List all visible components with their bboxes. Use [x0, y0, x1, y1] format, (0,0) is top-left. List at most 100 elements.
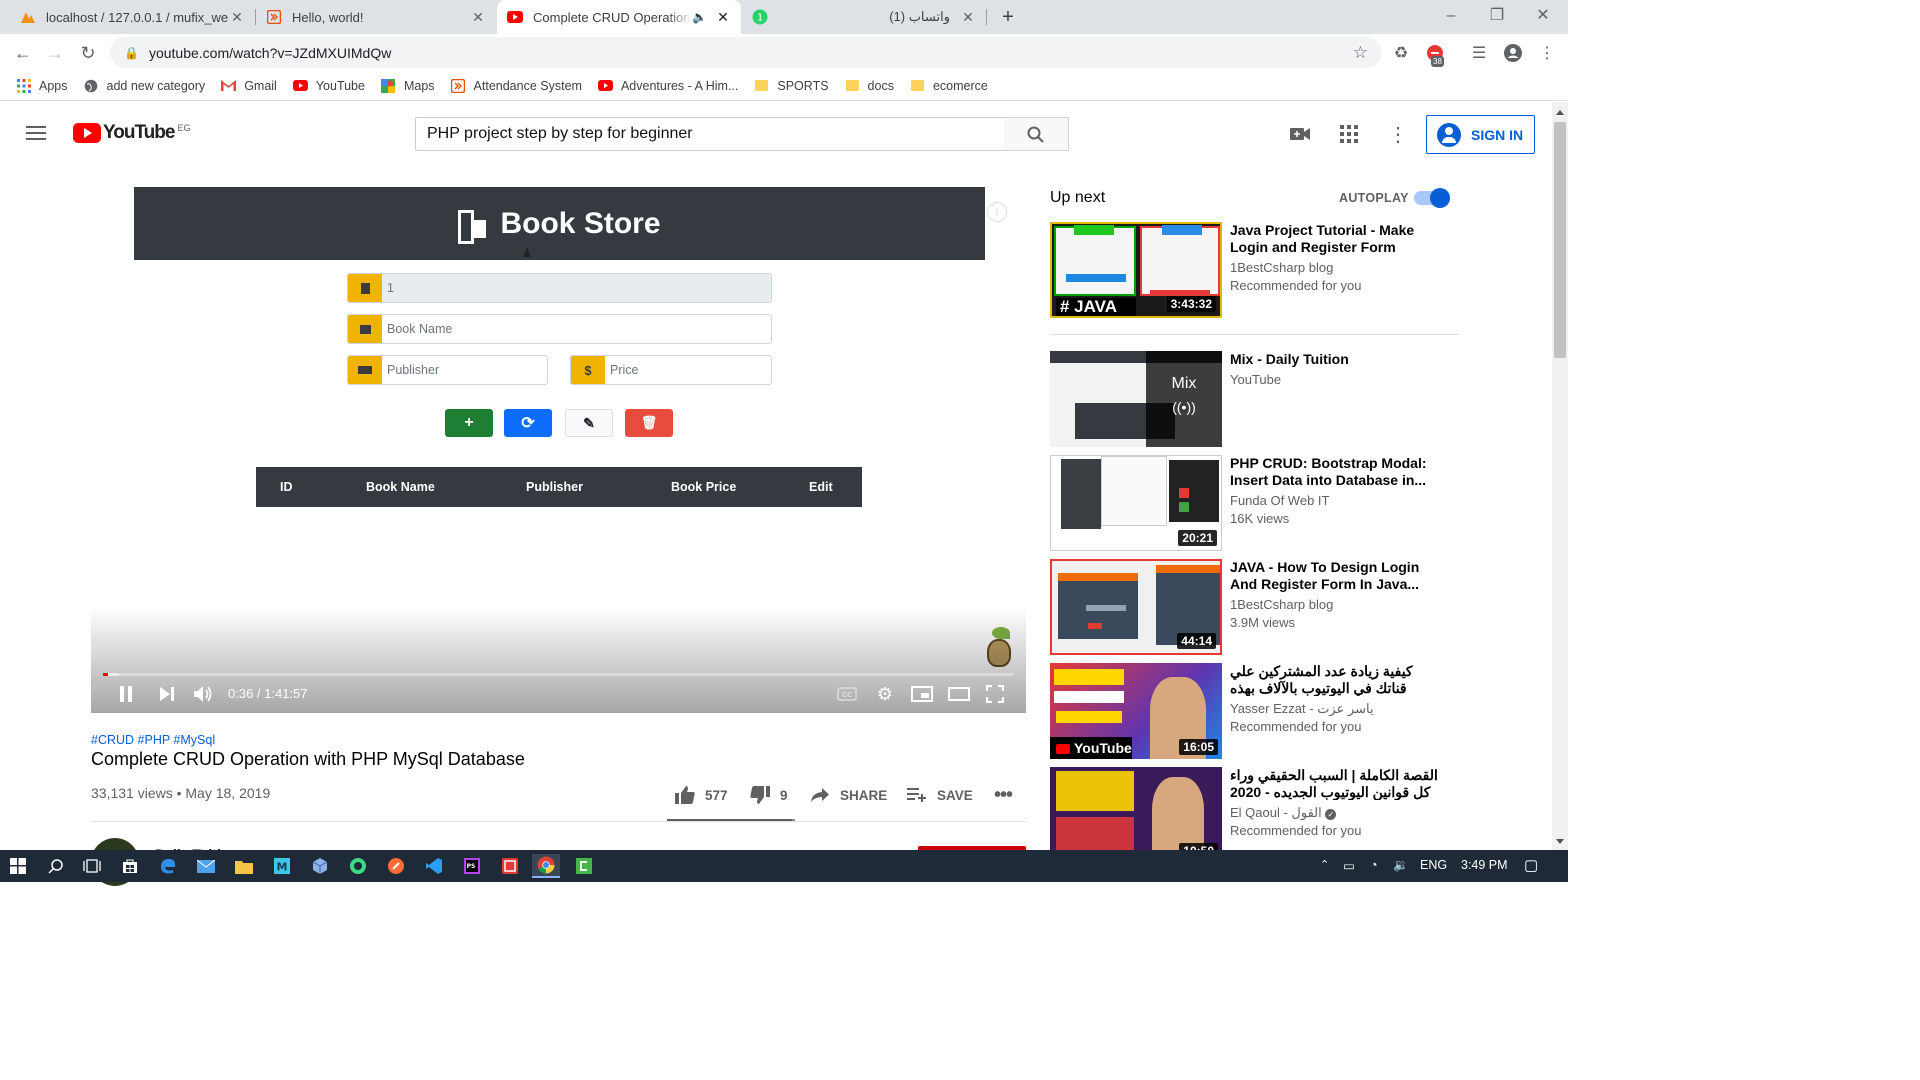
app-red-icon[interactable] [496, 854, 524, 878]
video-player[interactable]: Book Store i 1 Book Name Publisher $ Pri… [91, 187, 1026, 713]
app-m-icon[interactable]: M [268, 854, 296, 878]
tab-whatsapp[interactable]: 1 (1) واتساب ✕ [742, 0, 986, 34]
forward-arrow-icon[interactable]: → [44, 42, 66, 64]
chrome-menu-icon[interactable]: ⋮ [1536, 42, 1558, 64]
bookmark-youtube[interactable]: YouTube [292, 78, 365, 93]
close-window-button[interactable]: ✕ [1520, 0, 1566, 34]
vscode-icon[interactable] [420, 854, 448, 878]
theater-mode-button[interactable] [947, 684, 971, 704]
windows-start-icon[interactable] [4, 854, 32, 878]
scroll-down-arrow-icon[interactable] [1556, 839, 1564, 844]
publisher-placeholder: Publisher [387, 363, 440, 377]
show-hidden-icons-chevron-icon[interactable]: ⌃ [1320, 858, 1329, 871]
up-next-item[interactable]: 10:50 القصة الكاملة | السبب الحقيقي وراء… [1050, 767, 1460, 863]
profile-avatar-icon[interactable] [1502, 42, 1524, 64]
search-button[interactable] [1003, 117, 1069, 151]
phpstorm-icon[interactable]: PS [458, 854, 486, 878]
like-button[interactable]: 577 [675, 783, 728, 807]
autoplay-toggle[interactable] [1414, 188, 1450, 208]
file-explorer-icon[interactable] [230, 854, 258, 878]
back-arrow-icon[interactable]: ← [12, 42, 34, 64]
up-next-mix-item[interactable]: Mix ((•)) Mix - Daily Tuition YouTube [1050, 351, 1460, 447]
fullscreen-button[interactable] [984, 684, 1006, 704]
scroll-up-arrow-icon[interactable] [1556, 110, 1564, 115]
video-thumbnail[interactable]: 44:14 [1050, 559, 1222, 655]
create-video-icon[interactable] [1289, 124, 1311, 144]
wifi-icon[interactable]: ◔ [1370, 858, 1378, 872]
pause-button[interactable] [116, 684, 136, 704]
up-next-item[interactable]: YouTube 16:05 كيفية زيادة عدد المشتركين … [1050, 663, 1460, 759]
up-next-item[interactable]: # JAVA 3:43:32 Java Project Tutorial - M… [1050, 222, 1460, 318]
bookmark-gmail[interactable]: Gmail [221, 78, 277, 93]
volume-button[interactable] [192, 684, 216, 704]
new-tab-button[interactable]: + [996, 5, 1020, 29]
close-tab-icon[interactable]: ✕ [470, 9, 486, 26]
bookmark-folder-docs[interactable]: docs [845, 78, 894, 93]
settings-more-icon[interactable]: ⋮ [1387, 124, 1409, 146]
tab-hello-world[interactable]: Hello, world! ✕ [256, 0, 496, 34]
next-button[interactable] [157, 684, 177, 704]
video-thumbnail[interactable]: Mix ((•)) [1050, 351, 1222, 447]
restore-button[interactable]: ❐ [1474, 0, 1520, 34]
tab-youtube-crud[interactable]: Complete CRUD Operation w 🔈 ✕ [497, 0, 741, 34]
apps-grid-icon[interactable] [1338, 124, 1360, 144]
virtualbox-icon[interactable] [306, 854, 334, 878]
search-icon[interactable] [42, 854, 70, 878]
address-bar[interactable]: 🔒 youtube.com/watch?v=JZdMXUIMdQw ☆ [110, 37, 1382, 68]
guide-menu-icon[interactable] [26, 126, 46, 140]
progress-bar[interactable] [103, 673, 1014, 676]
video-hashtags[interactable]: #CRUD #PHP #MySql [91, 733, 215, 747]
miniplayer-button[interactable] [910, 684, 934, 704]
minimize-button[interactable]: – [1428, 0, 1474, 34]
youtube-logo[interactable]: YouTube EG [73, 123, 190, 143]
captions-button[interactable]: CC [836, 684, 858, 704]
up-next-item[interactable]: 44:14 JAVA - How To Design Login And Reg… [1050, 559, 1460, 655]
video-thumbnail[interactable]: 20:21 [1050, 455, 1222, 551]
notification-center-icon[interactable]: ▢ [1524, 856, 1538, 874]
bookmark-add-new-category[interactable]: add new category [84, 78, 205, 93]
info-icon[interactable]: i [987, 202, 1007, 222]
bookmark-apps[interactable]: Apps [16, 78, 68, 93]
video-thumbnail[interactable]: # JAVA 3:43:32 [1050, 222, 1222, 318]
reload-icon[interactable]: ↻ [77, 42, 99, 64]
edge-browser-icon[interactable] [154, 854, 182, 878]
task-view-icon[interactable] [78, 854, 106, 878]
up-next-item[interactable]: 20:21 PHP CRUD: Bootstrap Modal: Insert … [1050, 455, 1460, 551]
bookmark-folder-sports[interactable]: SPORTS [754, 78, 829, 93]
bookmark-maps[interactable]: Maps [381, 78, 435, 93]
video-thumbnail[interactable]: YouTube 16:05 [1050, 663, 1222, 759]
close-tab-icon[interactable]: ✕ [229, 9, 245, 26]
bookmark-adventures[interactable]: Adventures - A Him... [597, 78, 738, 93]
page-scrollbar[interactable] [1552, 102, 1568, 850]
battery-icon[interactable]: ▭ [1343, 858, 1355, 873]
system-clock[interactable]: 3:49 PM [1461, 858, 1508, 872]
windows-taskbar: M PS ⌃ ▭ ◔ 🔉 ENG 3:49 PM ▢ [0, 850, 1568, 882]
postman-icon[interactable] [382, 854, 410, 878]
video-thumbnail[interactable]: 10:50 [1050, 767, 1222, 863]
mail-icon[interactable] [192, 854, 220, 878]
close-tab-icon[interactable]: ✕ [715, 9, 731, 26]
tab-phpmyadmin[interactable]: localhost / 127.0.0.1 / mufix_web ✕ [10, 0, 255, 34]
camtasia-icon[interactable] [570, 854, 598, 878]
store-icon[interactable] [116, 854, 144, 878]
save-button[interactable]: SAVE [907, 783, 973, 807]
speaker-icon[interactable]: 🔈 [692, 10, 707, 24]
settings-gear-icon[interactable]: ⚙ [874, 684, 896, 704]
speaker-icon[interactable]: 🔉 [1393, 858, 1409, 873]
recycle-extension-icon[interactable]: ♻ [1390, 42, 1412, 64]
close-tab-icon[interactable]: ✕ [960, 9, 976, 26]
dislike-button[interactable]: 9 [750, 783, 788, 807]
price-placeholder: Price [610, 363, 639, 377]
bookmark-star-icon[interactable]: ☆ [1353, 43, 1368, 63]
share-button[interactable]: SHARE [810, 783, 887, 807]
sign-in-button[interactable]: SIGN IN [1426, 115, 1535, 154]
chrome-icon[interactable] [532, 854, 560, 878]
media-control-icon[interactable]: ☰ [1468, 42, 1490, 64]
bookmark-folder-ecomerce[interactable]: ecomerce [910, 78, 988, 93]
android-studio-icon[interactable] [344, 854, 372, 878]
input-language[interactable]: ENG [1420, 858, 1447, 872]
search-input[interactable]: PHP project step by step for beginner [415, 117, 1004, 151]
bookmark-attendance-system[interactable]: Attendance System [451, 78, 582, 93]
more-actions-icon[interactable]: ••• [994, 783, 1013, 807]
scrollbar-thumb[interactable] [1554, 122, 1566, 358]
